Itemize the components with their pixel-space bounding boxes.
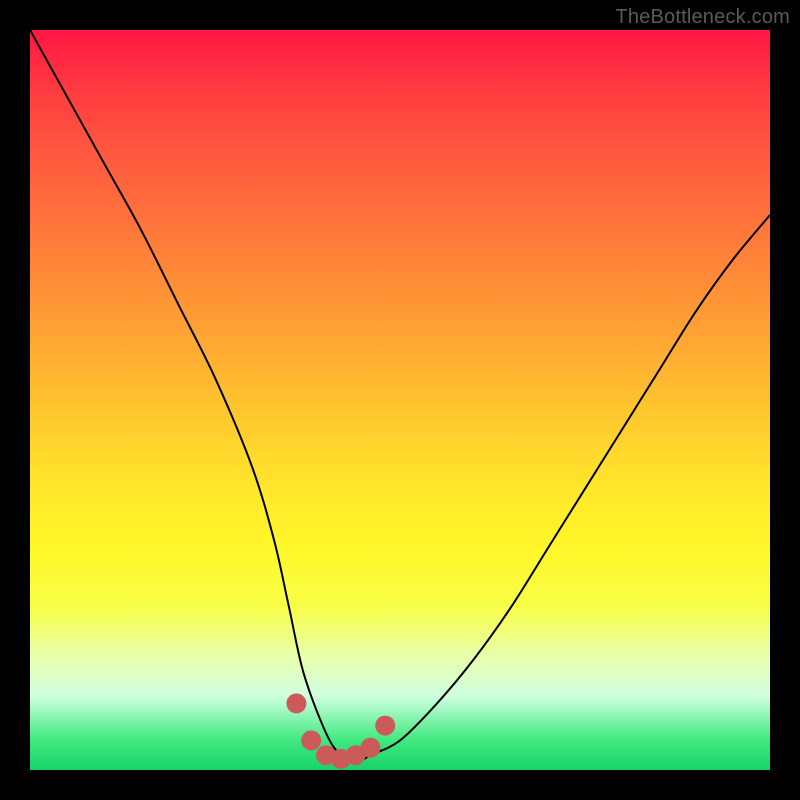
bottleneck-curve xyxy=(30,30,770,763)
chart-svg xyxy=(30,30,770,770)
trough-marker-group xyxy=(286,693,395,769)
outer-frame: TheBottleneck.com xyxy=(0,0,800,800)
trough-marker-dot xyxy=(331,749,351,769)
trough-marker-dot xyxy=(301,730,321,750)
watermark-text: TheBottleneck.com xyxy=(615,6,790,29)
trough-marker-dot xyxy=(316,745,336,765)
trough-marker-dot xyxy=(346,745,366,765)
trough-marker-dot xyxy=(375,716,395,736)
trough-marker-dot xyxy=(286,693,306,713)
plot-area xyxy=(30,30,770,770)
trough-marker-dot xyxy=(360,738,380,758)
